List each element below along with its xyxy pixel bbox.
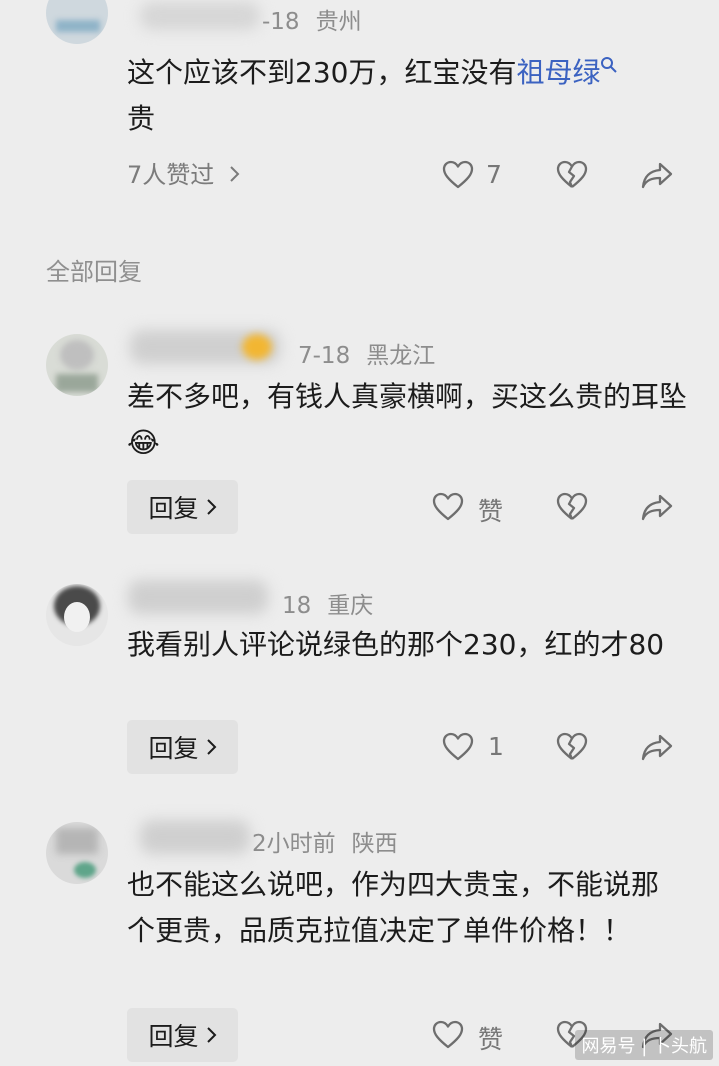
heart-outline-icon[interactable] (432, 492, 464, 522)
broken-heart-icon[interactable] (556, 732, 588, 762)
comment-location: 陕西 (351, 831, 398, 857)
chevron-right-icon (206, 739, 216, 755)
comment-text: 也不能这么说吧，作为四大贵宝，不能说那个更贵，品质克拉值决定了单件价格！！ (127, 868, 660, 947)
comment-text: 我看别人评论说绿色的那个230，红的才80 (127, 628, 665, 661)
avatar[interactable] (46, 822, 108, 884)
watermark: 网易号 | 卜头航 (575, 1030, 713, 1060)
comment-location: 重庆 (327, 593, 374, 619)
comment-meta: 2小时前 陕西 (252, 824, 414, 858)
likes-link[interactable]: 7人赞过 (127, 148, 240, 202)
reply-button[interactable]: 回复 (127, 720, 238, 774)
username-blurred (128, 580, 268, 614)
comment-location: 黑龙江 (366, 343, 436, 369)
avatar-badge (242, 334, 272, 360)
comment-actions: 7人赞过 7 (0, 148, 719, 202)
like-count: 1 (488, 732, 504, 761)
heart-outline-icon[interactable] (442, 732, 474, 762)
like-count: 7 (486, 160, 502, 189)
emoji-laugh: 😂 (127, 426, 160, 459)
heart-outline-icon[interactable] (442, 160, 474, 190)
chevron-right-icon (206, 499, 216, 515)
comment-date: 18 (282, 593, 312, 619)
username-blurred (140, 820, 250, 854)
comment-text: 这个应该不到230万，红宝没有祖母绿贵 (127, 50, 687, 142)
reply-button[interactable]: 回复 (127, 1008, 238, 1062)
comment-date: 7-18 (298, 343, 351, 369)
share-arrow-icon[interactable] (640, 492, 674, 522)
section-title: 全部回复 (46, 258, 142, 286)
like-label: 赞 (478, 497, 504, 526)
comment-actions: 回复 1 (0, 720, 719, 774)
comment-date: 2小时前 (252, 831, 336, 857)
broken-heart-icon[interactable] (556, 160, 588, 190)
comment-actions: 回复 赞 (0, 480, 719, 534)
comment-meta: 7-18 黑龙江 (298, 336, 451, 370)
comment-date: -18 (262, 9, 300, 35)
heart-outline-icon[interactable] (432, 1020, 464, 1050)
search-link[interactable]: 祖母绿 (516, 56, 600, 89)
chevron-right-icon (230, 166, 240, 182)
avatar[interactable] (46, 584, 108, 646)
avatar[interactable] (46, 0, 108, 44)
comment-text: 差不多吧，有钱人真豪横啊，买这么贵的耳坠😂 (127, 380, 688, 459)
username-blurred (140, 2, 260, 30)
like-label: 赞 (478, 1025, 504, 1054)
comment-meta: 18 重庆 (282, 586, 389, 620)
comment-location: 贵州 (315, 9, 362, 35)
avatar[interactable] (46, 334, 108, 396)
share-arrow-icon[interactable] (640, 160, 674, 190)
comment-meta: -18 贵州 (262, 2, 378, 36)
reply-button[interactable]: 回复 (127, 480, 238, 534)
search-icon[interactable] (600, 56, 618, 74)
broken-heart-icon[interactable] (556, 492, 588, 522)
share-arrow-icon[interactable] (640, 732, 674, 762)
chevron-right-icon (206, 1027, 216, 1043)
